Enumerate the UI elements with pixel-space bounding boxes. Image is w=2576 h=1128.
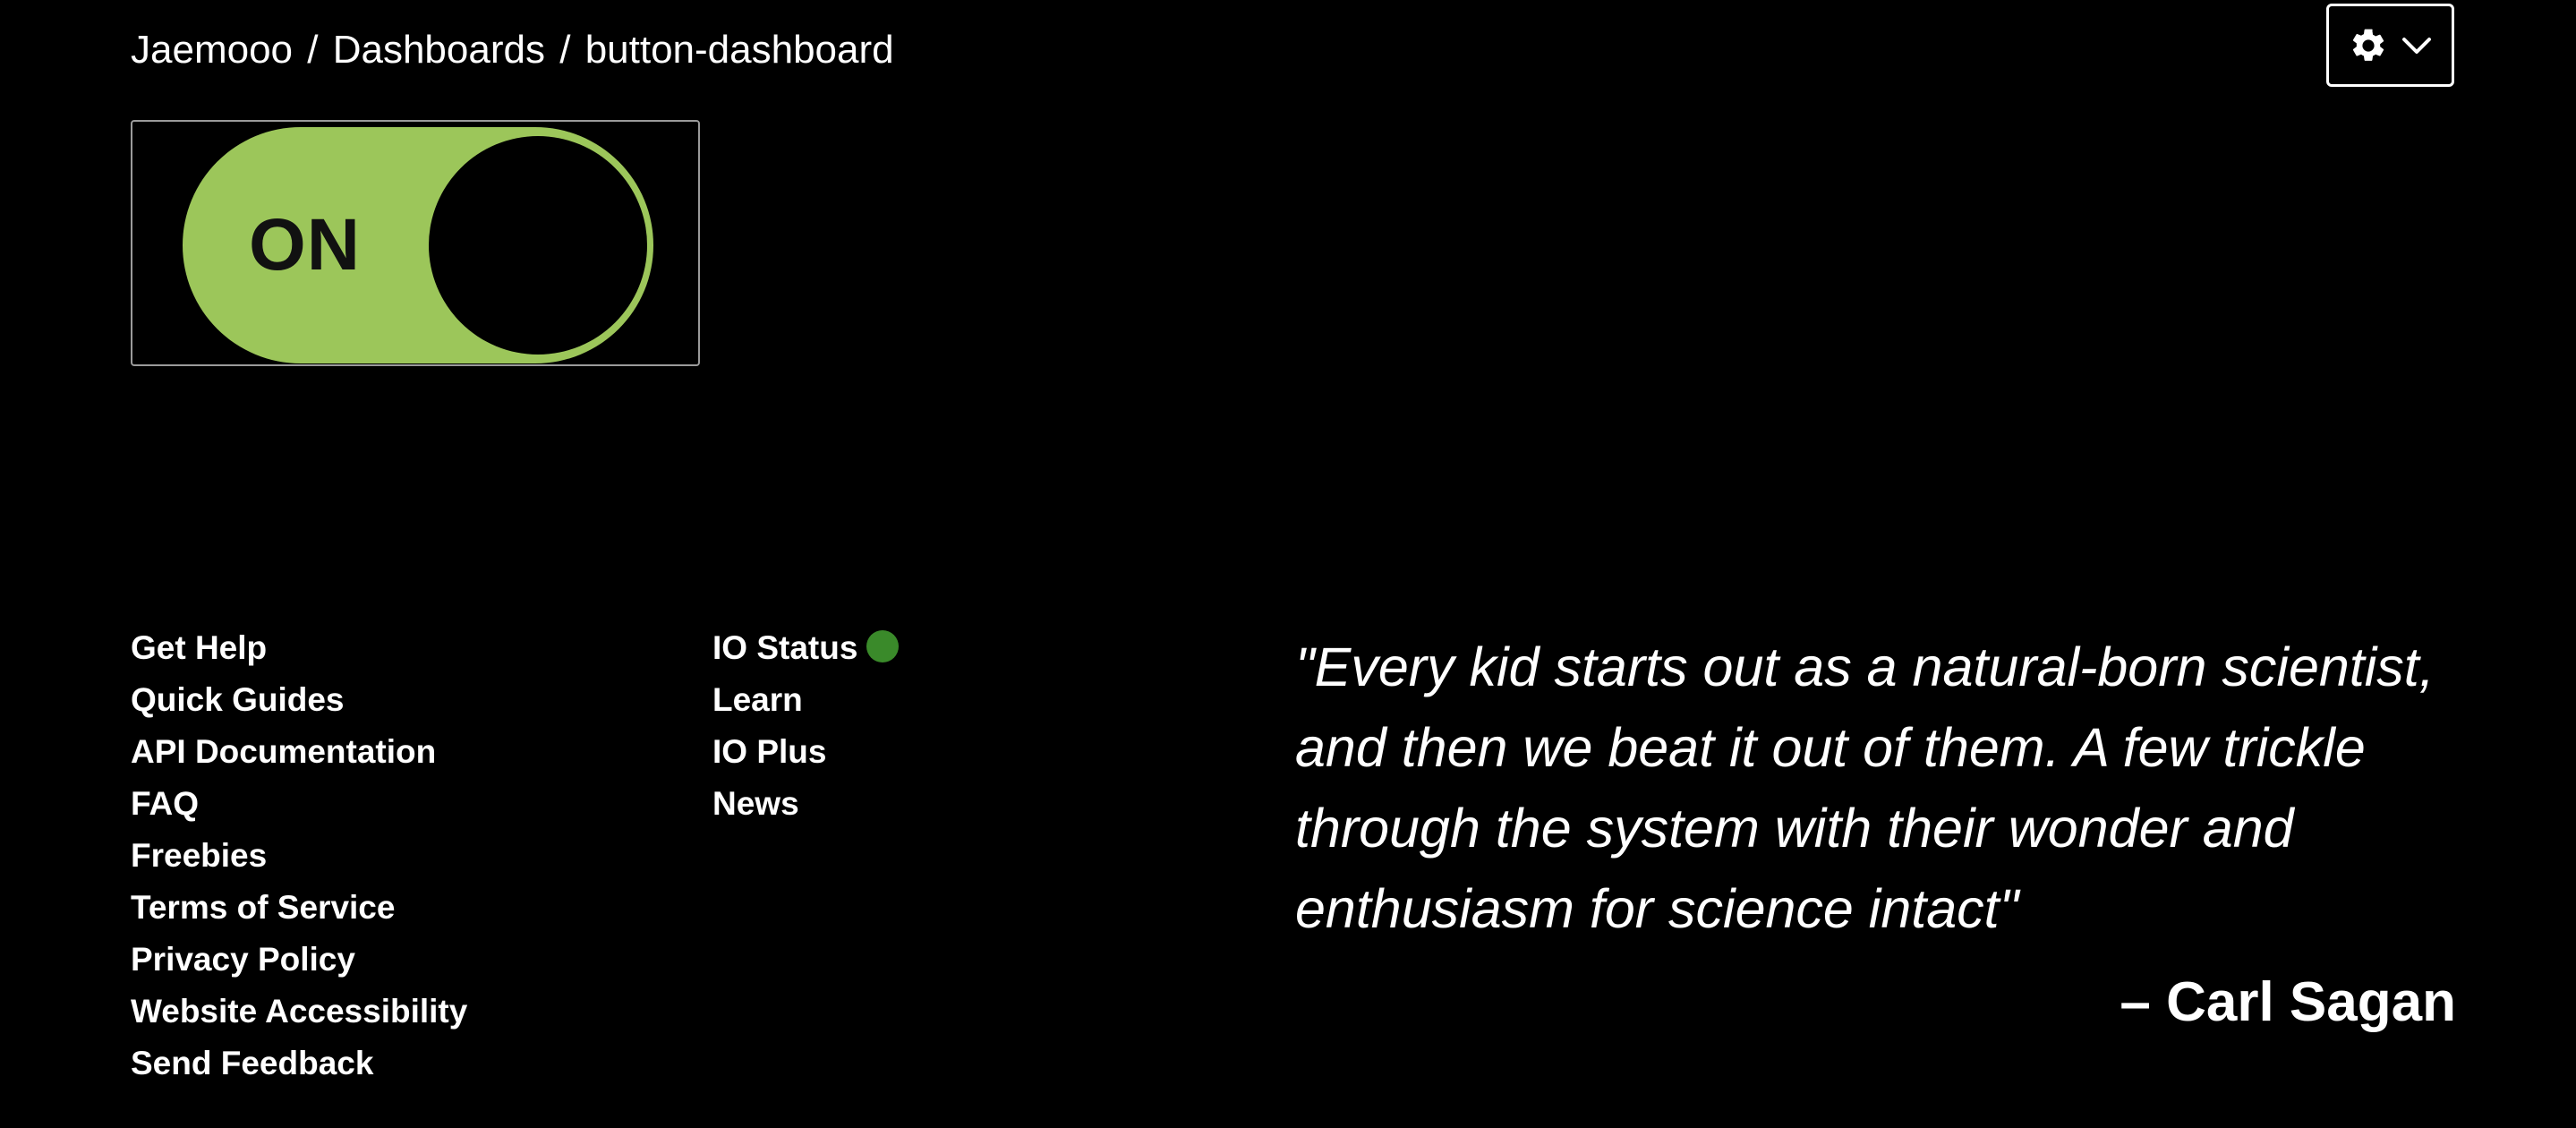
gear-icon bbox=[2349, 26, 2388, 65]
footer-link-io-status[interactable]: IO Status bbox=[712, 622, 900, 674]
footer-link-io-plus[interactable]: IO Plus bbox=[712, 726, 899, 778]
breadcrumb-user-link[interactable]: Jaemooo bbox=[131, 28, 293, 72]
footer-link-website-accessibility[interactable]: Website Accessibility bbox=[131, 986, 467, 1038]
toggle-state-label: ON bbox=[249, 204, 361, 286]
footer-links-column-2: IO Status Learn IO Plus News bbox=[712, 622, 900, 830]
footer-link-quick-guides[interactable]: Quick Guides bbox=[131, 674, 467, 726]
settings-dropdown-button[interactable] bbox=[2326, 4, 2454, 87]
chevron-down-icon bbox=[2401, 35, 2433, 56]
breadcrumb-current-dashboard: button-dashboard bbox=[584, 28, 894, 72]
status-indicator-dot bbox=[866, 630, 900, 663]
footer-links-column-1: Get Help Quick Guides API Documentation … bbox=[131, 622, 467, 1090]
footer-link-get-help[interactable]: Get Help bbox=[131, 622, 467, 674]
toggle-knob bbox=[429, 136, 647, 355]
footer-quote-author: – Carl Sagan bbox=[2120, 971, 2456, 1033]
footer-link-faq[interactable]: FAQ bbox=[131, 778, 467, 830]
breadcrumb: Jaemooo / Dashboards / button-dashboard bbox=[131, 23, 894, 77]
footer-quote-text: "Every kid starts out as a natural-born … bbox=[1295, 637, 2435, 939]
footer-link-send-feedback[interactable]: Send Feedback bbox=[131, 1038, 467, 1090]
footer-link-learn[interactable]: Learn bbox=[712, 674, 899, 726]
footer-link-io-status-label: IO Status bbox=[712, 629, 858, 666]
breadcrumb-separator: / bbox=[559, 28, 571, 72]
footer-link-privacy-policy[interactable]: Privacy Policy bbox=[131, 934, 467, 986]
footer-link-terms-of-service[interactable]: Terms of Service bbox=[131, 882, 467, 934]
toggle-block-card: ON bbox=[131, 120, 700, 366]
footer-link-api-documentation[interactable]: API Documentation bbox=[131, 726, 467, 778]
on-off-toggle-switch[interactable]: ON bbox=[183, 127, 653, 363]
footer-link-freebies[interactable]: Freebies bbox=[131, 830, 467, 882]
breadcrumb-separator: / bbox=[307, 28, 319, 72]
breadcrumb-dashboards-link[interactable]: Dashboards bbox=[333, 28, 545, 72]
footer-link-news[interactable]: News bbox=[712, 778, 899, 830]
